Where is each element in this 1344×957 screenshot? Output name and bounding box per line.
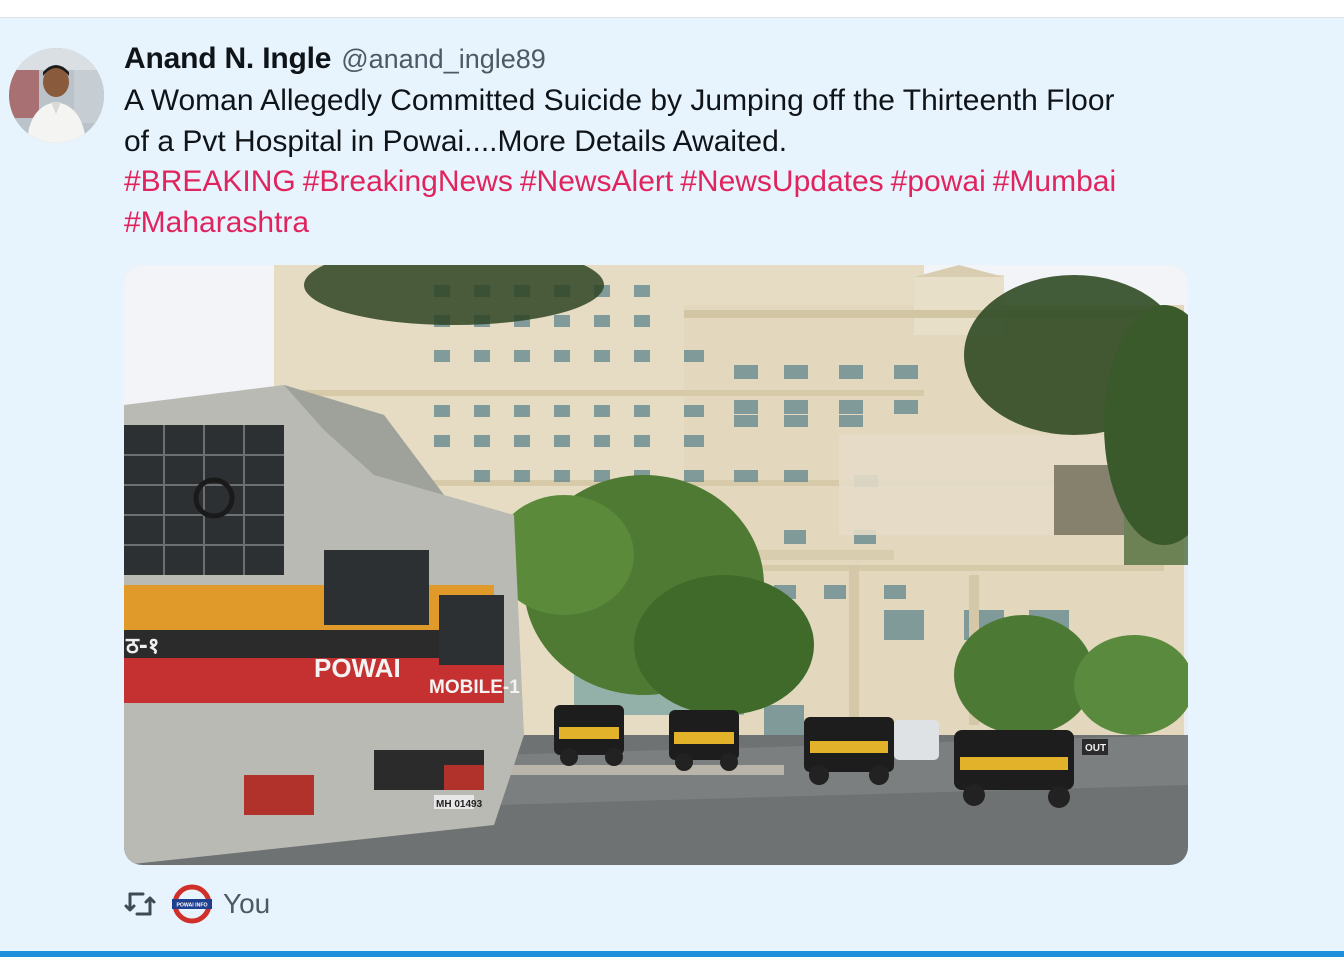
top-strip bbox=[0, 0, 1344, 18]
tweet-header: Anand N. Ingle @anand_ingle89 bbox=[124, 42, 1324, 80]
accent-bar bbox=[0, 951, 1344, 957]
hashtag-link[interactable]: #BREAKING bbox=[124, 165, 296, 198]
tweet-footer: POWAI INFO You bbox=[122, 882, 270, 926]
author-name[interactable]: Anand N. Ingle bbox=[124, 42, 331, 76]
out-sign: OUT bbox=[1085, 743, 1106, 754]
hashtag-line: #BREAKING #BreakingNews #NewsAlert #NewsUpd… bbox=[124, 162, 1274, 203]
hashtag-line: #Maharashtra bbox=[124, 203, 1274, 244]
author-handle[interactable]: @anand_ingle89 bbox=[341, 44, 546, 75]
tweet-content: Anand N. Ingle @anand_ingle89 A Woman Al… bbox=[124, 42, 1324, 243]
hashtag-link[interactable]: #BreakingNews bbox=[303, 165, 513, 198]
van-label-powai: POWAI bbox=[314, 653, 401, 683]
retweet-icon[interactable] bbox=[122, 886, 158, 922]
van-label-mobile: MOBILE-1 bbox=[429, 677, 520, 698]
hashtag-link[interactable]: #NewsAlert bbox=[520, 165, 673, 198]
hashtag-link[interactable]: #NewsUpdates bbox=[680, 165, 883, 198]
van-side-marking: ठ-१ bbox=[125, 634, 159, 659]
hashtag-link[interactable]: #Maharashtra bbox=[124, 206, 309, 239]
tweet-text: A Woman Allegedly Committed Suicide by J… bbox=[124, 81, 1274, 162]
van-number-plate: MH 01493 bbox=[436, 799, 483, 810]
author-avatar[interactable] bbox=[9, 48, 104, 143]
hashtag-link[interactable]: #powai bbox=[891, 165, 986, 198]
powai-info-logo[interactable]: POWAI INFO bbox=[172, 884, 212, 924]
hashtag-link[interactable]: #Mumbai bbox=[993, 165, 1116, 198]
tweet-media-photo[interactable]: POWAI MOBILE-1 ठ-१ MH 01493 OUT bbox=[124, 265, 1188, 865]
logo-text: POWAI INFO bbox=[176, 903, 207, 909]
tweet-text-line: of a Pvt Hospital in Powai....More Detai… bbox=[124, 124, 788, 158]
retweeted-by-label: You bbox=[223, 888, 271, 919]
hashtag-list: #BREAKING #BreakingNews #NewsAlert #NewsUpd… bbox=[124, 162, 1274, 243]
tweet-text-line: A Woman Allegedly Committed Suicide by J… bbox=[124, 84, 1115, 117]
